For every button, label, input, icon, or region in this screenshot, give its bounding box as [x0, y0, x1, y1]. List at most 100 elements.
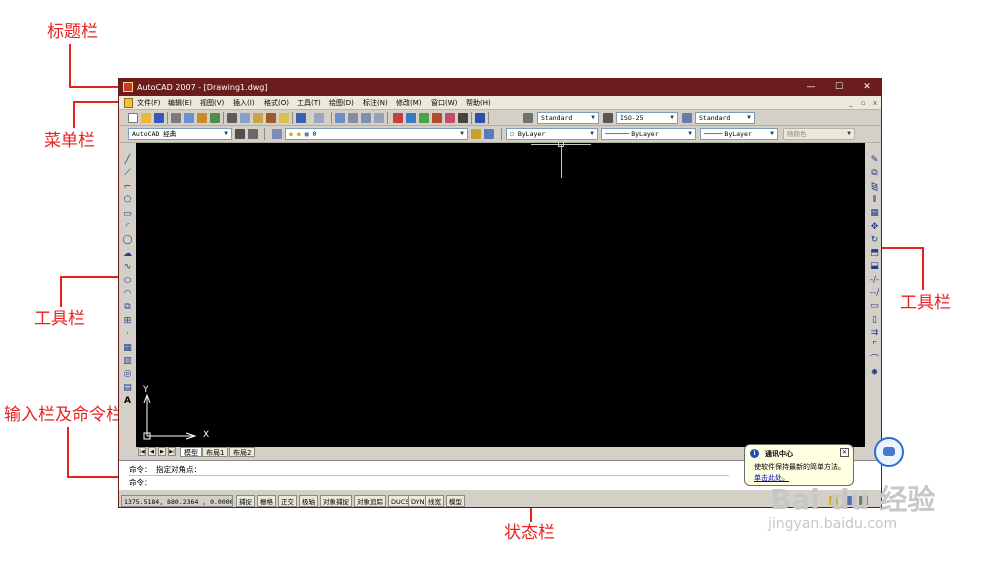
tab-model[interactable]: 模型 — [180, 447, 202, 457]
plot-icon[interactable] — [171, 113, 181, 123]
scale-icon[interactable]: ⬒ — [869, 248, 880, 259]
minimize-button[interactable]: — — [797, 79, 825, 96]
copy-icon[interactable]: ⧉ — [869, 168, 880, 179]
line-icon[interactable]: ╱ — [122, 155, 133, 166]
cut-icon[interactable] — [227, 113, 237, 123]
menu-help[interactable]: 帮助(H) — [466, 96, 491, 110]
circle-icon[interactable]: ◯ — [122, 235, 133, 246]
ellipse-arc-icon[interactable]: ◠ — [122, 289, 133, 300]
menu-draw[interactable]: 绘图(D) — [329, 96, 354, 110]
open-icon[interactable] — [141, 113, 151, 123]
mirror-icon[interactable]: ⧎ — [869, 182, 880, 193]
table-style-icon[interactable] — [682, 113, 692, 123]
layer-manager-icon[interactable] — [272, 129, 282, 139]
trim-icon[interactable]: -/- — [869, 275, 880, 286]
move-icon[interactable]: ✥ — [869, 222, 880, 233]
plot-preview-icon[interactable] — [184, 113, 194, 123]
zoom-realtime-icon[interactable] — [348, 113, 358, 123]
tool-palettes-icon[interactable] — [419, 113, 429, 123]
polygon-icon[interactable]: ⬠ — [122, 195, 133, 206]
extend-icon[interactable]: --/ — [869, 288, 880, 299]
menu-view[interactable]: 视图(V) — [200, 96, 224, 110]
break-icon[interactable]: ▯ — [869, 315, 880, 326]
paste-icon[interactable] — [253, 113, 263, 123]
calculator-icon[interactable] — [458, 113, 468, 123]
menu-modify[interactable]: 修改(M) — [396, 96, 422, 110]
doc-restore-button[interactable]: ▫ — [861, 96, 866, 110]
spline-icon[interactable]: ∿ — [122, 262, 133, 273]
status-grid-button[interactable]: 栅格 — [257, 495, 276, 507]
pan-icon[interactable] — [335, 113, 345, 123]
block-editor-icon[interactable] — [279, 113, 289, 123]
redo-icon[interactable] — [314, 113, 324, 123]
text-style-icon[interactable] — [523, 113, 533, 123]
close-button[interactable]: ✕ — [853, 79, 881, 96]
break-at-point-icon[interactable]: ▭ — [869, 301, 880, 312]
document-icon[interactable] — [124, 98, 133, 108]
region-icon[interactable]: ◎ — [122, 369, 133, 380]
status-lineweight-button[interactable]: 线宽 — [425, 495, 444, 507]
zoom-window-icon[interactable] — [361, 113, 371, 123]
layer-previous-icon[interactable] — [484, 129, 494, 139]
coordinate-readout[interactable]: 1375.5184, 880.2364 , 0.0000 — [121, 495, 233, 507]
autocad-app-icon[interactable] — [123, 82, 133, 92]
help-icon[interactable] — [475, 113, 485, 123]
chat-bubble-icon[interactable] — [874, 437, 904, 467]
sheet-set-icon[interactable] — [432, 113, 442, 123]
maximize-button[interactable]: ☐ — [825, 79, 853, 96]
menu-window[interactable]: 窗口(W) — [431, 96, 457, 110]
undo-icon[interactable] — [296, 113, 306, 123]
rotate-icon[interactable]: ↻ — [869, 235, 880, 246]
text-style-select[interactable]: Standard ▼ — [537, 112, 599, 124]
menu-dimension[interactable]: 标注(N) — [363, 96, 388, 110]
status-ortho-button[interactable]: 正交 — [278, 495, 297, 507]
status-polar-button[interactable]: 极轴 — [299, 495, 318, 507]
join-icon[interactable]: ⇉ — [869, 328, 880, 339]
publish-icon[interactable] — [197, 113, 207, 123]
properties-icon[interactable] — [393, 113, 403, 123]
color-select[interactable]: ☐ ByLayer ▼ — [506, 128, 598, 140]
table-style-select[interactable]: Standard ▼ — [695, 112, 755, 124]
balloon-close-button[interactable]: ✕ — [840, 448, 849, 457]
tab-layout1[interactable]: 布局1 — [202, 447, 229, 457]
prev-tab-icon[interactable]: ◀ — [148, 447, 156, 456]
stretch-icon[interactable]: ⬓ — [869, 261, 880, 272]
3d-dwf-icon[interactable] — [210, 113, 220, 123]
first-tab-icon[interactable]: |◀ — [138, 447, 146, 456]
new-icon[interactable] — [128, 113, 138, 123]
workspace-select[interactable]: AutoCAD 经典 ▼ — [128, 128, 232, 140]
status-model-button[interactable]: 模型 — [446, 495, 465, 507]
dim-style-icon[interactable] — [603, 113, 613, 123]
lineweight-select[interactable]: ────── ByLayer ▼ — [700, 128, 778, 140]
save-workspace-icon[interactable] — [248, 129, 258, 139]
last-tab-icon[interactable]: ▶| — [168, 447, 176, 456]
workspace-settings-icon[interactable] — [235, 129, 245, 139]
dim-style-select[interactable]: ISO-25 ▼ — [616, 112, 678, 124]
save-icon[interactable] — [154, 113, 164, 123]
status-osnap-button[interactable]: 对象捕捉 — [320, 495, 352, 507]
tab-layout2[interactable]: 布局2 — [229, 447, 256, 457]
hatch-icon[interactable]: ▦ — [122, 343, 133, 354]
match-properties-icon[interactable] — [266, 113, 276, 123]
menu-format[interactable]: 格式(O) — [264, 96, 289, 110]
polyline-icon[interactable]: ⌐ — [122, 182, 133, 193]
menu-tools[interactable]: 工具(T) — [297, 96, 321, 110]
title-bar[interactable]: AutoCAD 2007 - [Drawing1.dwg] — ☐ ✕ — [119, 79, 881, 96]
insert-block-icon[interactable]: ⧉ — [122, 302, 133, 313]
menu-file[interactable]: 文件(F) — [137, 96, 161, 110]
next-tab-icon[interactable]: ▶ — [158, 447, 166, 456]
linetype-select[interactable]: ──────── ByLayer ▼ — [601, 128, 696, 140]
status-otrack-button[interactable]: 对象追踪 — [354, 495, 386, 507]
chamfer-icon[interactable]: ⌜ — [869, 341, 880, 352]
mtext-icon[interactable]: A — [122, 396, 133, 407]
offset-icon[interactable]: ⫴ — [869, 195, 880, 206]
construction-line-icon[interactable]: ⟋ — [122, 168, 133, 179]
rectangle-icon[interactable]: ▭ — [122, 209, 133, 220]
point-icon[interactable]: · — [122, 329, 133, 340]
menu-edit[interactable]: 编辑(E) — [168, 96, 192, 110]
doc-close-button[interactable]: x — [873, 96, 877, 110]
arc-icon[interactable]: ◜ — [122, 222, 133, 233]
ellipse-icon[interactable]: ⬭ — [122, 276, 133, 287]
table-icon[interactable]: ▤ — [122, 383, 133, 394]
status-snap-button[interactable]: 捕捉 — [236, 495, 255, 507]
